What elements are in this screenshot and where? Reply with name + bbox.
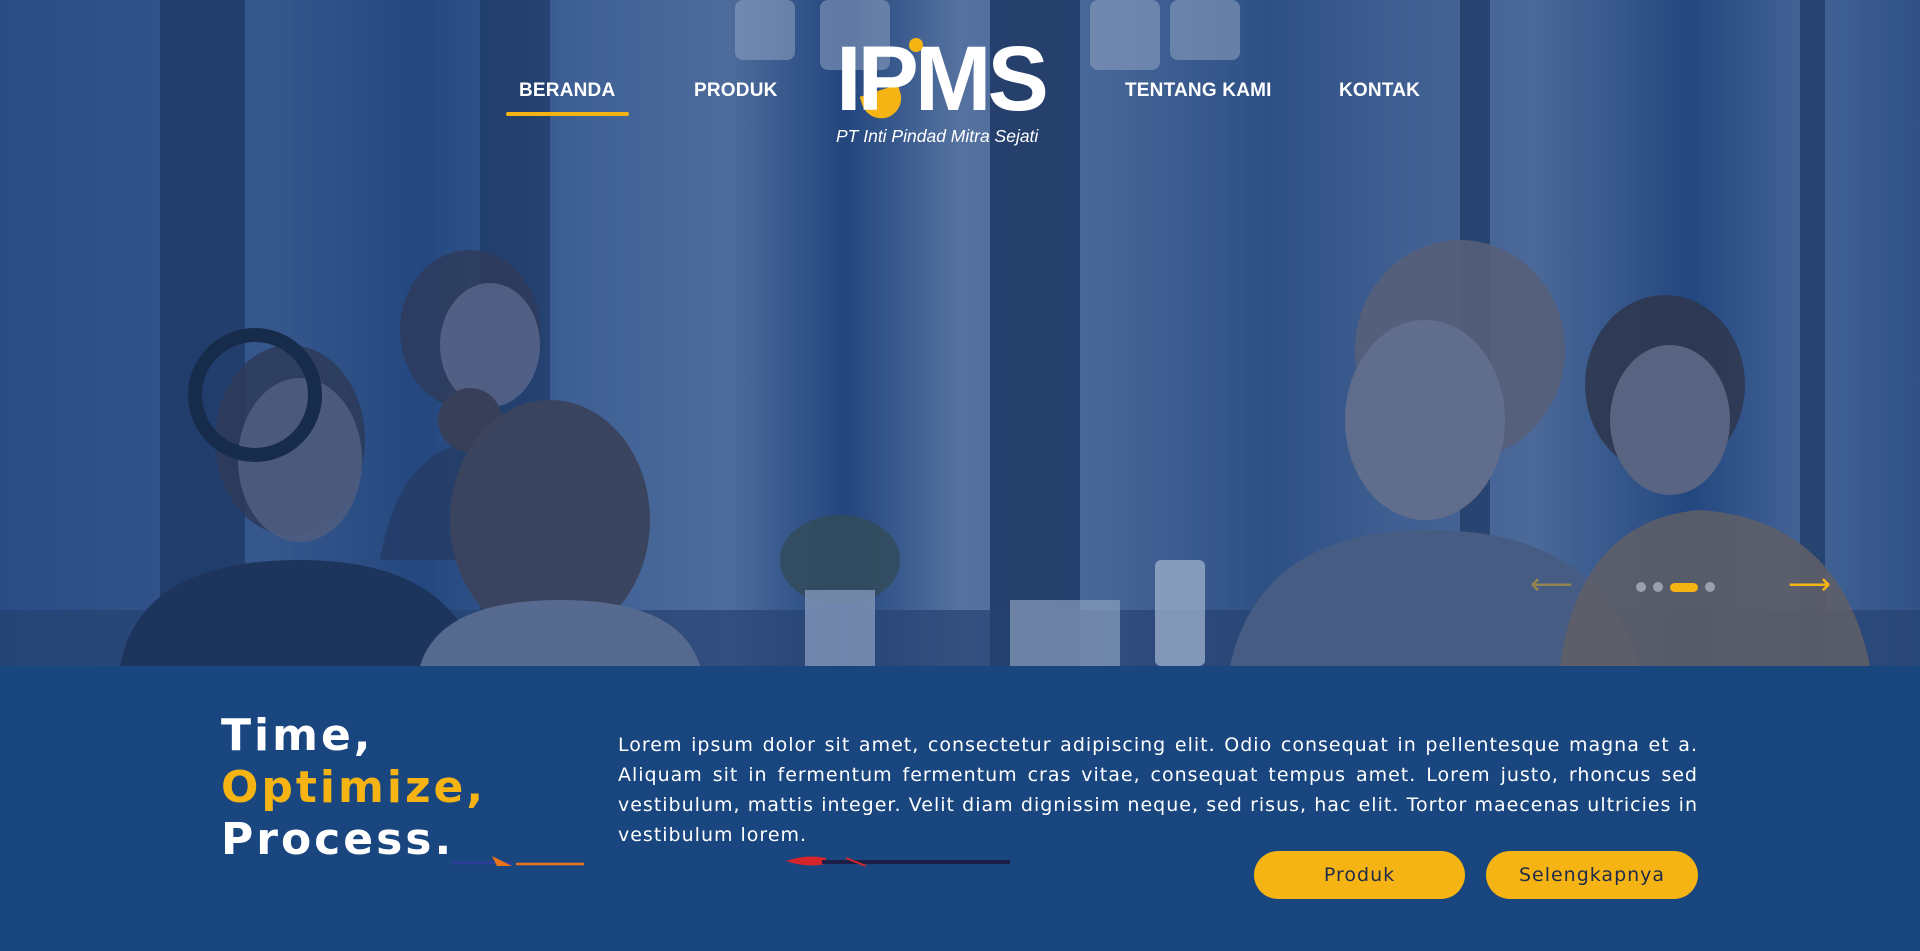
nav-item-produk[interactable]: PRODUK xyxy=(694,80,778,102)
headline-line-1: Time, xyxy=(221,710,374,761)
slider-dot[interactable] xyxy=(1636,582,1646,592)
logo-tagline: PT Inti Pindad Mitra Sejati xyxy=(836,126,1039,146)
intro-paragraph: Lorem ipsum dolor sit amet, consectetur … xyxy=(618,734,1698,846)
slider-dot[interactable] xyxy=(1705,582,1715,592)
arrow-left-icon[interactable]: ⟵ xyxy=(1530,570,1573,600)
company-logo[interactable]: IPMS PT Inti Pindad Mitra Sejati xyxy=(836,28,1058,150)
slider-dots xyxy=(1636,582,1715,592)
headline-line-3: Process. xyxy=(221,814,455,865)
main-nav: BERANDA PRODUK TENTANG KAMI KONTAK IPMS … xyxy=(0,0,1920,160)
headline-line-2: Optimize, xyxy=(221,762,487,813)
slider-dot[interactable] xyxy=(1653,582,1663,592)
hero-banner: BERANDA PRODUK TENTANG KAMI KONTAK IPMS … xyxy=(0,0,1920,666)
selengkapnya-button[interactable]: Selengkapnya xyxy=(1486,851,1698,899)
arrow-right-icon[interactable]: ⟶ xyxy=(1788,570,1831,600)
nav-item-kontak[interactable]: KONTAK xyxy=(1339,80,1420,102)
produk-button[interactable]: Produk xyxy=(1254,851,1465,899)
partner-logo xyxy=(786,856,1010,867)
logo-mark: IPMS xyxy=(836,28,1049,130)
headline: Time, Optimize, Process. xyxy=(221,710,486,866)
nav-item-tentang-kami[interactable]: TENTANG KAMI xyxy=(1125,80,1272,102)
partner-logo xyxy=(452,856,584,866)
nav-item-beranda[interactable]: BERANDA xyxy=(505,80,630,116)
slider-dot-active[interactable] xyxy=(1670,582,1698,592)
logo-dot xyxy=(909,38,923,52)
